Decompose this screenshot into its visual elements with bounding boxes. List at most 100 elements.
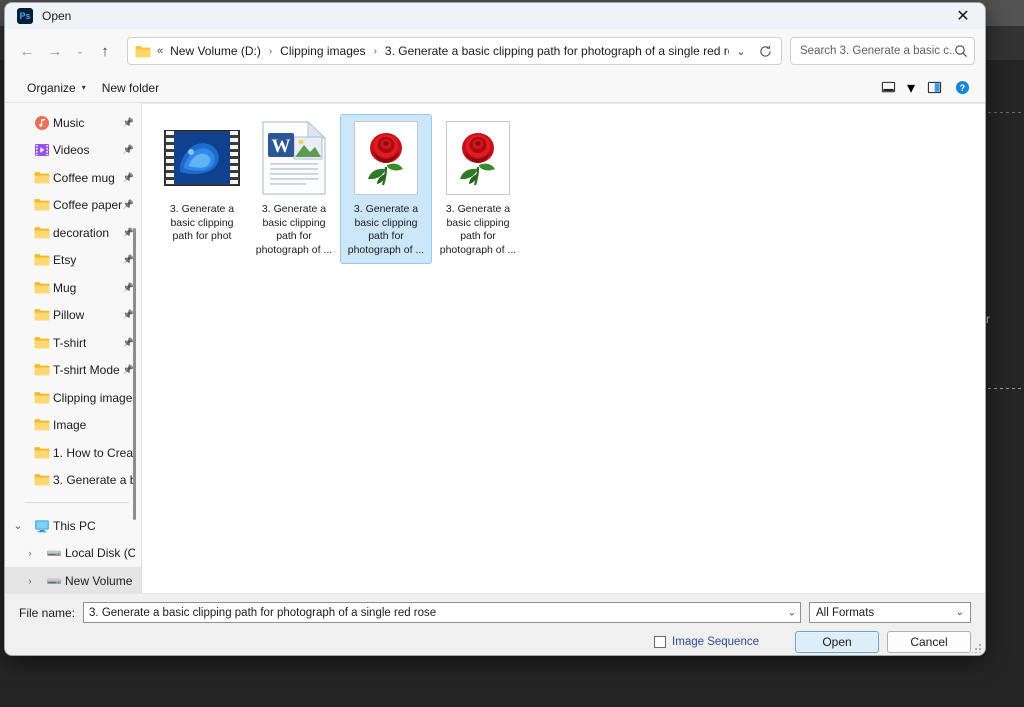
music-icon-wrap [31, 115, 53, 131]
photoshop-app-icon: Ps [17, 7, 33, 24]
command-toolbar: Organize ▾ New folder ▾ ? [5, 73, 985, 103]
cancel-button[interactable]: Cancel [887, 631, 971, 653]
checkbox-box[interactable] [654, 636, 667, 648]
breadcrumb-overflow[interactable]: « [157, 45, 169, 57]
file-item[interactable]: 3. Generate a basic clipping path for ph… [340, 114, 432, 264]
file-item[interactable]: 3. Generate a basic clipping path for ph… [156, 114, 248, 264]
refresh-icon[interactable] [753, 39, 777, 63]
video-thumb-frame [164, 130, 240, 186]
drive-icon-wrap [43, 545, 65, 561]
image-sequence-label: Image Sequence [672, 636, 759, 648]
word-document-thumbnail: W [255, 119, 333, 197]
folder-icon [34, 419, 50, 431]
organize-button[interactable]: Organize ▾ [19, 77, 94, 99]
sidebar-item-label: T-shirt Mode [53, 363, 120, 378]
recent-locations-button[interactable]: ⌄ [69, 37, 91, 65]
dialog-title: Open [42, 8, 72, 23]
sidebar-item-decoration[interactable]: decoration 📌 [5, 219, 141, 247]
rose-image [368, 133, 403, 186]
sidebar-item-clipping-images[interactable]: Clipping images [5, 384, 141, 412]
folder-icon-wrap [31, 197, 53, 213]
close-icon[interactable]: ✕ [941, 3, 985, 29]
folder-icon [34, 309, 50, 321]
music-icon [35, 115, 49, 130]
pin-icon[interactable]: 📌 [123, 172, 134, 183]
search-input[interactable] [800, 45, 954, 57]
dialog-titlebar: Ps Open ✕ [5, 3, 985, 29]
sidebar-item-1-how-to-creat[interactable]: 1. How to Creat [5, 439, 141, 467]
pin-icon[interactable]: 📌 [123, 200, 134, 211]
sidebar-item-label: Image [53, 418, 87, 433]
file-item-label: 3. Generate a basic clipping path for ph… [347, 203, 425, 256]
folder-icon-wrap [31, 472, 53, 488]
sidebar-item-videos[interactable]: Videos 📌 [5, 137, 141, 165]
open-button[interactable]: Open [795, 631, 879, 653]
sidebar-item-t-shirt-mode[interactable]: T-shirt Mode 📌 [5, 357, 141, 385]
organize-label: Organize [27, 80, 76, 95]
folder-icon-wrap [31, 225, 53, 241]
videos-icon [35, 144, 49, 157]
pc-icon-wrap [31, 518, 53, 534]
folder-icon-wrap [31, 417, 53, 433]
sidebar-item-label: Music [53, 115, 85, 130]
help-icon[interactable]: ? [949, 76, 975, 100]
sidebar-scrollbar[interactable] [133, 228, 136, 520]
back-button[interactable]: ← [13, 37, 41, 65]
breadcrumb: « New Volume (D:) › Clipping images › 3.… [157, 42, 729, 60]
pin-icon[interactable]: 📌 [123, 145, 134, 156]
address-dropdown-icon[interactable]: ⌄ [729, 39, 753, 63]
file-item-label: 3. Generate a basic clipping path for ph… [169, 203, 235, 242]
sidebar-item-image[interactable]: Image [5, 412, 141, 440]
folder-icon [34, 391, 50, 404]
breadcrumb-item-1[interactable]: Clipping images [279, 42, 366, 60]
view-options-caret-icon[interactable]: ▾ [903, 76, 919, 100]
sidebar-item-etsy[interactable]: Etsy 📌 [5, 247, 141, 275]
dialog-body: Music 📌 Videos 📌 Coffee mug 📌 Coffee paper 📌 dec… [5, 103, 985, 593]
address-bar[interactable]: « New Volume (D:) › Clipping images › 3.… [127, 37, 782, 65]
folder-icon [135, 45, 151, 57]
preview-pane-icon[interactable] [921, 76, 947, 100]
sidebar-item-label: Etsy [53, 253, 77, 268]
sidebar-item-label: Local Disk (C:) [65, 546, 135, 561]
folder-icon-wrap [31, 445, 53, 461]
chevron-down-icon[interactable]: ⌄ [5, 519, 31, 532]
sidebar-item-pillow[interactable]: Pillow 📌 [5, 302, 141, 330]
sidebar-item-t-shirt[interactable]: T-shirt 📌 [5, 329, 141, 357]
rose-image [460, 133, 495, 186]
sidebar-item-mug[interactable]: Mug 📌 [5, 274, 141, 302]
sidebar-item-3-generate-a-ba[interactable]: 3. Generate a ba [5, 467, 141, 495]
breadcrumb-item-0[interactable]: New Volume (D:) [169, 42, 262, 60]
folder-icon [34, 446, 50, 459]
view-options-icon[interactable] [875, 76, 901, 100]
file-format-select[interactable]: All Formats ⌄ [809, 602, 971, 623]
sidebar-item-local-disk-c[interactable]: › Local Disk (C:) [5, 540, 141, 568]
chevron-right-icon[interactable]: › [17, 548, 43, 558]
pin-icon[interactable]: 📌 [123, 117, 134, 128]
navigation-pane[interactable]: Music 📌 Videos 📌 Coffee mug 📌 Coffee paper 📌 dec… [5, 103, 141, 593]
forward-button[interactable]: → [41, 37, 69, 65]
filename-input[interactable] [83, 602, 801, 623]
sidebar-item-coffee-mug[interactable]: Coffee mug 📌 [5, 164, 141, 192]
chevron-right-icon[interactable]: › [17, 576, 43, 586]
resize-grip[interactable] [972, 643, 982, 653]
breadcrumb-item-2[interactable]: 3. Generate a basic clipping path for ph… [384, 42, 729, 60]
image-sequence-checkbox[interactable]: Image Sequence [654, 636, 759, 648]
sidebar-item-new-volume[interactable]: › New Volume ( [5, 567, 141, 593]
file-item[interactable]: 3. Generate a basic clipping path for ph… [432, 114, 524, 264]
file-list-view[interactable]: 3. Generate a basic clipping path for ph… [141, 103, 985, 593]
filename-combobox[interactable]: ⌄ [83, 602, 801, 623]
sidebar-item-this-pc[interactable]: ⌄ This PC [5, 512, 141, 540]
sidebar-item-music[interactable]: Music 📌 [5, 109, 141, 137]
rose-thumb-frame [354, 121, 418, 195]
file-item[interactable]: W 3. Generate a basic clipping path for p… [248, 114, 340, 264]
search-box[interactable] [790, 37, 975, 65]
search-icon [955, 45, 967, 57]
sidebar-item-coffee-paper[interactable]: Coffee paper 📌 [5, 192, 141, 220]
up-button[interactable]: ↑ [91, 37, 119, 65]
sidebar-item-label: Clipping images [53, 390, 135, 405]
sidebar-item-label: Videos [53, 143, 90, 158]
navigation-divider [25, 502, 129, 503]
folder-icon-wrap [31, 170, 53, 186]
new-folder-button[interactable]: New folder [94, 77, 167, 99]
chevron-down-icon: ⌄ [955, 607, 964, 618]
